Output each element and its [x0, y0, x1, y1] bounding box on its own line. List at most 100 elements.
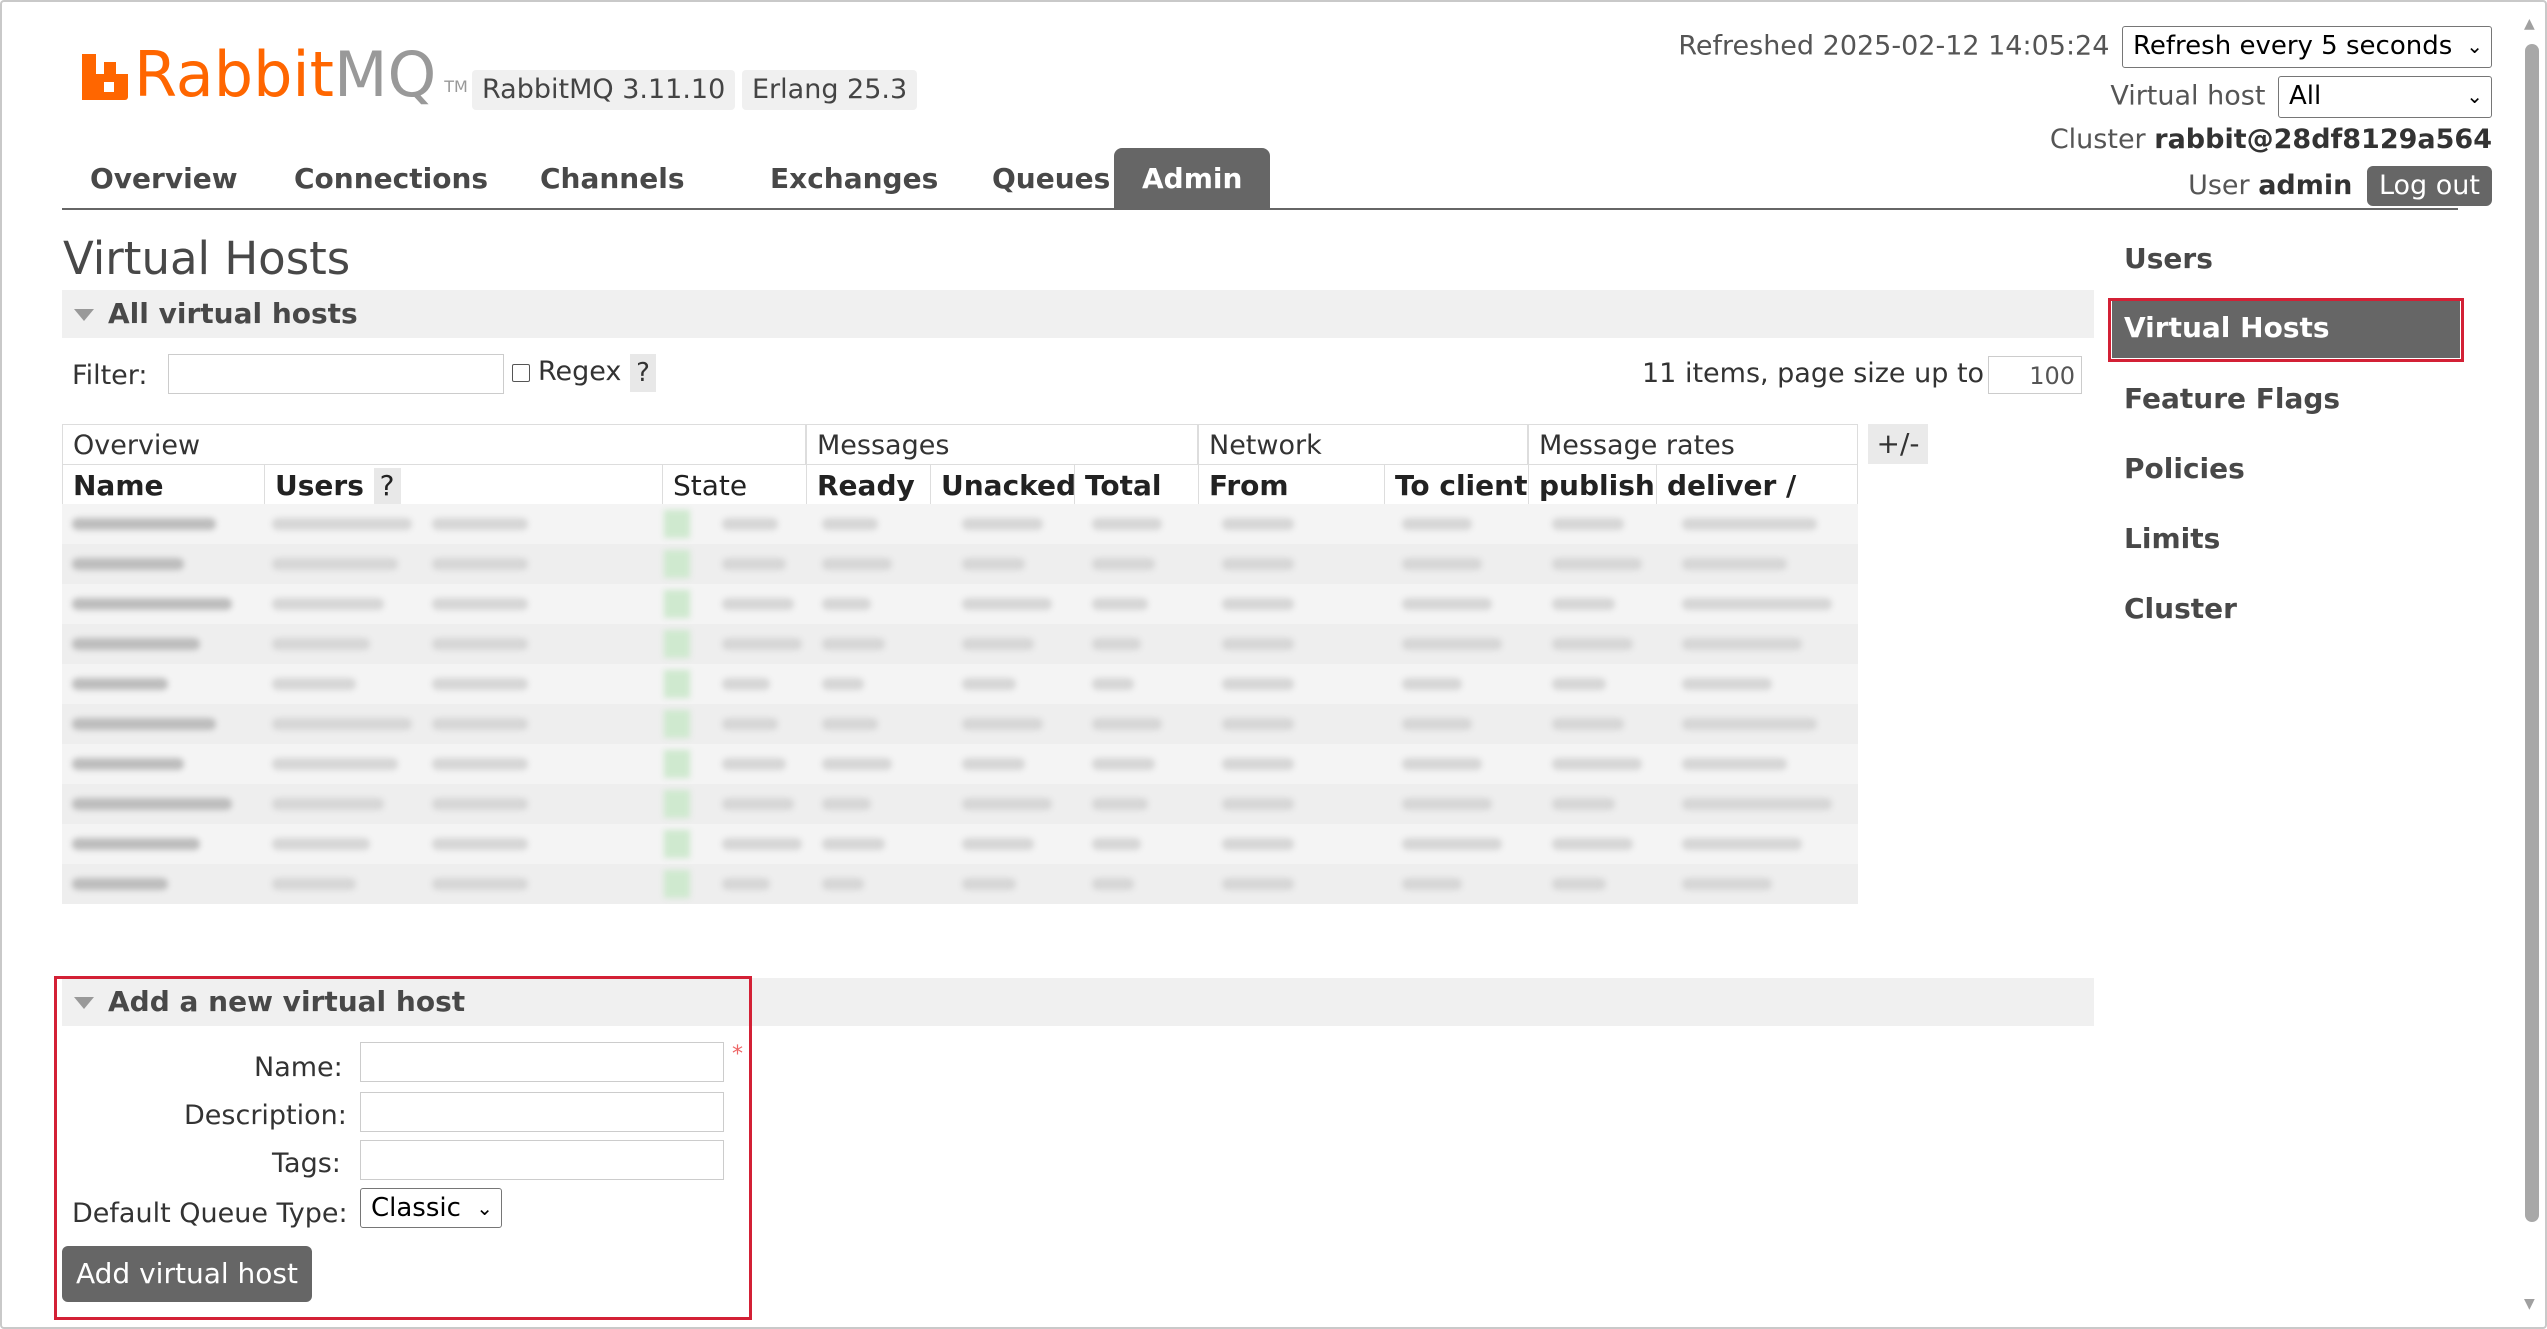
redacted-cell [1552, 518, 1624, 530]
users-help-icon[interactable]: ? [373, 468, 401, 504]
col-unacked[interactable]: Unacked [930, 464, 1076, 504]
redacted-cell [722, 718, 778, 730]
tab-exchanges[interactable]: Exchanges [742, 148, 966, 208]
rabbitmq-version-badge: RabbitMQ 3.11.10 [472, 70, 736, 110]
table-row[interactable] [62, 504, 1858, 544]
redacted-cell [1092, 798, 1148, 810]
col-to-client[interactable]: To client [1384, 464, 1528, 504]
redacted-cell [822, 598, 871, 610]
redacted-cell [1552, 558, 1642, 570]
state-indicator [664, 630, 690, 658]
table-row[interactable] [62, 704, 1858, 744]
redacted-cell [1402, 878, 1462, 890]
tab-queues[interactable]: Queues [964, 148, 1138, 208]
sidebar-item-policies[interactable]: Policies [2124, 452, 2245, 485]
redacted-cell [1222, 598, 1294, 610]
tab-channels[interactable]: Channels [512, 148, 713, 208]
redacted-cell [432, 678, 528, 690]
all-vhosts-section-header[interactable]: All virtual hosts [62, 290, 2094, 338]
redacted-cell [1222, 518, 1294, 530]
col-publish[interactable]: publish [1528, 464, 1656, 504]
sidebar-item-cluster[interactable]: Cluster [2124, 592, 2237, 625]
redacted-cell [1402, 798, 1492, 810]
vertical-scrollbar[interactable]: ▲ ▼ [2521, 16, 2543, 1312]
refreshed-timestamp: Refreshed 2025-02-12 14:05:24 [1678, 30, 2110, 62]
table-row[interactable] [62, 744, 1858, 784]
table-row[interactable] [62, 824, 1858, 864]
tab-admin[interactable]: Admin [1114, 148, 1271, 208]
redacted-cell [1682, 518, 1817, 530]
redacted-cell [1682, 558, 1787, 570]
sidebar-item-feature-flags[interactable]: Feature Flags [2124, 382, 2340, 415]
redacted-cell [1682, 718, 1817, 730]
redacted-cell [272, 598, 384, 610]
redacted-cell [72, 878, 168, 890]
sidebar-item-limits[interactable]: Limits [2124, 522, 2220, 555]
redacted-cell [1682, 598, 1832, 610]
redacted-cell [722, 878, 770, 890]
scroll-thumb[interactable] [2525, 44, 2539, 1222]
redacted-cell [1222, 678, 1294, 690]
col-total[interactable]: Total [1074, 464, 1198, 504]
vhost-select[interactable]: All ⌄ [2278, 76, 2492, 118]
redacted-cell [1092, 678, 1134, 690]
redacted-cell [722, 638, 802, 650]
redacted-cell [272, 638, 370, 650]
redacted-cell [272, 718, 412, 730]
col-deliver-get[interactable]: deliver / get [1656, 464, 1858, 544]
rabbitmq-logo[interactable]: RabbitMQ TM [82, 40, 468, 110]
table-row[interactable] [62, 624, 1858, 664]
table-row[interactable] [62, 664, 1858, 704]
redacted-cell [272, 758, 398, 770]
tab-overview[interactable]: Overview [62, 148, 266, 208]
state-indicator [664, 510, 690, 538]
tab-connections[interactable]: Connections [266, 148, 516, 208]
regex-checkbox[interactable] [512, 364, 530, 382]
sidebar-item-users[interactable]: Users [2124, 242, 2213, 275]
redacted-cell [1092, 878, 1134, 890]
col-from-client[interactable]: From client [1198, 464, 1384, 544]
redacted-cell [722, 798, 794, 810]
col-name[interactable]: Name [62, 464, 264, 504]
redacted-cell [1402, 718, 1472, 730]
column-toggle-button[interactable]: +/- [1868, 424, 1928, 464]
state-indicator [664, 590, 690, 618]
regex-help-icon[interactable]: ? [630, 354, 656, 392]
redacted-cell [1682, 878, 1772, 890]
group-header-overview: Overview [62, 424, 806, 464]
scroll-up-icon[interactable]: ▲ [2524, 16, 2535, 32]
col-state[interactable]: State [662, 464, 806, 504]
regex-label: Regex [538, 356, 622, 387]
redacted-cell [962, 558, 1025, 570]
state-indicator [664, 830, 690, 858]
redacted-cell [822, 638, 885, 650]
redacted-cell [1222, 718, 1294, 730]
col-users[interactable]: Users ? [264, 464, 662, 504]
table-row[interactable] [62, 784, 1858, 824]
filter-label: Filter: [72, 360, 148, 391]
redacted-cell [962, 718, 1043, 730]
redacted-cell [822, 838, 885, 850]
redacted-cell [1402, 638, 1502, 650]
col-ready[interactable]: Ready [806, 464, 930, 504]
table-row[interactable] [62, 544, 1858, 584]
filter-input[interactable] [168, 354, 504, 394]
table-row[interactable] [62, 584, 1858, 624]
redacted-cell [432, 638, 528, 650]
redacted-cell [72, 838, 200, 850]
table-row[interactable] [62, 864, 1858, 904]
erlang-version-badge: Erlang 25.3 [742, 70, 918, 110]
redacted-cell [1092, 518, 1162, 530]
redacted-cell [272, 678, 356, 690]
redacted-cell [432, 758, 528, 770]
redacted-cell [822, 518, 878, 530]
redacted-cell [72, 758, 184, 770]
page-size-input[interactable]: 100 [1988, 356, 2082, 394]
group-header-messages: Messages [806, 424, 1198, 464]
refresh-interval-select[interactable]: Refresh every 5 seconds ⌄ [2122, 26, 2492, 68]
redacted-cell [72, 558, 184, 570]
redacted-cell [822, 718, 878, 730]
redacted-cell [1552, 638, 1633, 650]
redacted-cell [72, 598, 232, 610]
scroll-down-icon[interactable]: ▼ [2524, 1296, 2535, 1312]
